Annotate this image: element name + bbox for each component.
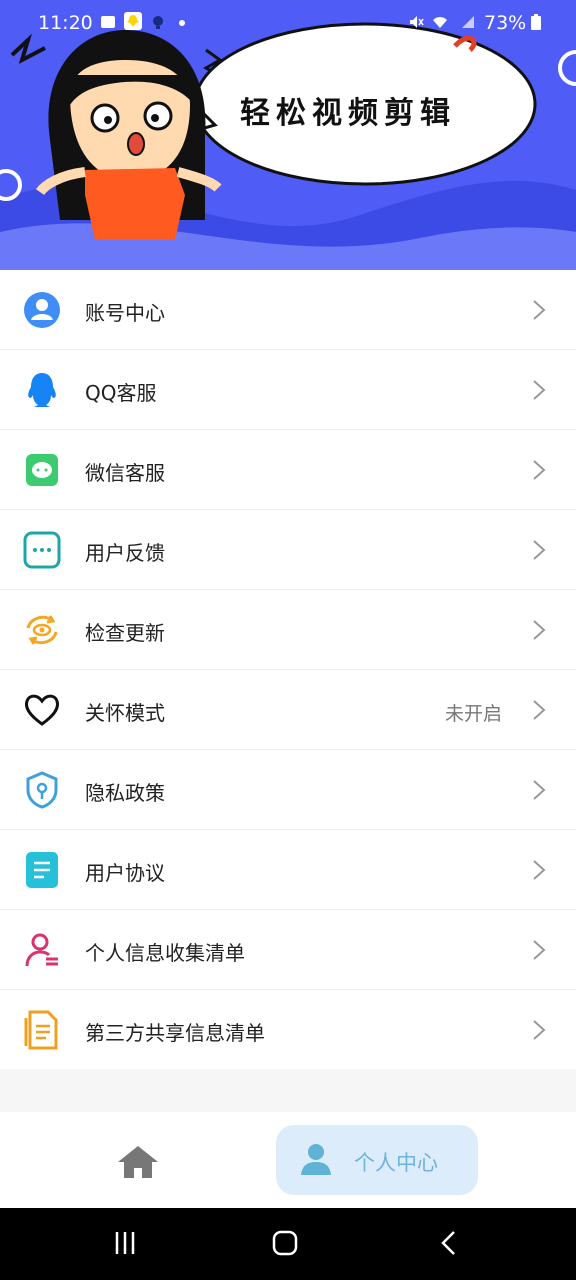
wifi-icon bbox=[433, 17, 447, 28]
person-icon bbox=[301, 1144, 331, 1175]
menu-item-care-mode[interactable]: 关怀模式 未开启 bbox=[0, 670, 576, 750]
wechat-icon bbox=[26, 454, 58, 486]
feedback-icon bbox=[23, 531, 61, 569]
menu-item-privacy-policy[interactable]: 隐私政策 bbox=[0, 750, 576, 830]
recent-apps-icon[interactable] bbox=[112, 1230, 138, 1256]
chevron-right-icon bbox=[533, 860, 546, 880]
gallery-icon bbox=[101, 16, 115, 28]
bottom-tab-bar: 个人中心 bbox=[0, 1112, 576, 1208]
menu-label: 隐私政策 bbox=[85, 781, 165, 805]
menu-label: 用户反馈 bbox=[85, 541, 165, 565]
chevron-right-icon bbox=[533, 700, 546, 720]
chevron-right-icon bbox=[533, 780, 546, 800]
menu-item-qq-service[interactable]: QQ客服 bbox=[0, 350, 576, 430]
mute-icon bbox=[410, 16, 424, 28]
dot-icon bbox=[179, 20, 185, 26]
third-party-doc-icon bbox=[24, 1010, 58, 1050]
chevron-right-icon bbox=[533, 620, 546, 640]
menu-label: 检查更新 bbox=[85, 621, 165, 645]
menu-item-feedback[interactable]: 用户反馈 bbox=[0, 510, 576, 590]
account-icon bbox=[24, 292, 60, 328]
chevron-right-icon bbox=[533, 540, 546, 560]
agreement-doc-icon bbox=[26, 852, 58, 888]
menu-label: 微信客服 bbox=[85, 461, 165, 485]
update-icon bbox=[26, 615, 58, 645]
home-nav-icon[interactable] bbox=[272, 1230, 298, 1256]
home-icon bbox=[118, 1146, 158, 1178]
battery-icon bbox=[531, 14, 541, 30]
banner-title: 轻松视频剪辑 bbox=[240, 96, 456, 131]
care-mode-status: 未开启 bbox=[444, 703, 502, 725]
snapchat-icon bbox=[124, 12, 142, 30]
bulb-icon bbox=[153, 16, 163, 29]
qq-icon bbox=[28, 373, 56, 407]
tab-home[interactable] bbox=[112, 1142, 164, 1182]
menu-item-wechat-service[interactable]: 微信客服 bbox=[0, 430, 576, 510]
menu-label: 第三方共享信息清单 bbox=[85, 1021, 265, 1045]
back-icon[interactable] bbox=[436, 1230, 462, 1256]
tab-personal-center[interactable]: 个人中心 bbox=[276, 1125, 478, 1195]
system-nav-bar bbox=[0, 1208, 576, 1280]
menu-item-user-agreement[interactable]: 用户协议 bbox=[0, 830, 576, 910]
chevron-right-icon bbox=[533, 940, 546, 960]
status-time: 11:20 bbox=[38, 12, 93, 34]
tab-personal-center-label: 个人中心 bbox=[354, 1151, 438, 1175]
menu-item-third-party-list[interactable]: 第三方共享信息清单 bbox=[0, 990, 576, 1069]
status-battery: 73% bbox=[484, 12, 527, 34]
menu-item-personal-info-list[interactable]: 个人信息收集清单 bbox=[0, 910, 576, 990]
menu-label: 关怀模式 bbox=[85, 701, 165, 725]
settings-menu: 账号中心 QQ客服 微信客服 用户反馈 检查更新 关怀模式 未开启 隐私政策 用… bbox=[0, 270, 576, 1069]
privacy-shield-icon bbox=[26, 771, 58, 809]
menu-label: 个人信息收集清单 bbox=[85, 941, 245, 965]
status-bar: 11:20 73% bbox=[0, 0, 576, 46]
menu-label: QQ客服 bbox=[85, 381, 157, 405]
heart-icon bbox=[24, 694, 60, 726]
menu-label: 账号中心 bbox=[85, 301, 165, 325]
header-banner: 11:20 73% 轻松视频剪辑 bbox=[0, 0, 576, 270]
chevron-right-icon bbox=[533, 380, 546, 400]
menu-item-account[interactable]: 账号中心 bbox=[0, 270, 576, 350]
menu-item-check-update[interactable]: 检查更新 bbox=[0, 590, 576, 670]
list-spacer bbox=[0, 1070, 576, 1112]
menu-label: 用户协议 bbox=[85, 861, 165, 885]
chevron-right-icon bbox=[533, 460, 546, 480]
personal-info-icon bbox=[25, 933, 58, 967]
signal-icon bbox=[462, 16, 474, 28]
chevron-right-icon bbox=[533, 300, 546, 320]
chevron-right-icon bbox=[533, 1020, 546, 1040]
